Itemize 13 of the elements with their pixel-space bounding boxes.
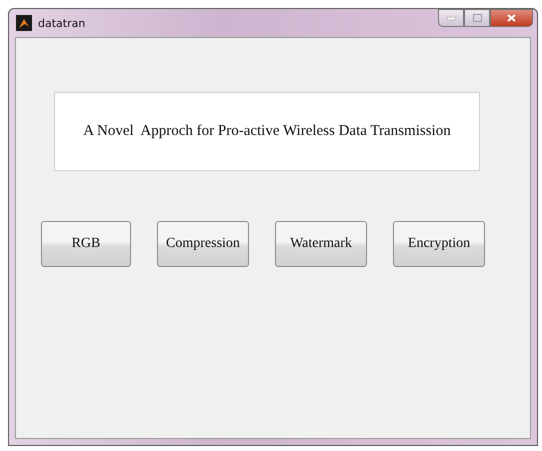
action-button[interactable]: RGB	[41, 221, 131, 267]
app-icon	[16, 15, 32, 31]
maximize-button[interactable]	[464, 9, 490, 27]
maximize-icon	[472, 14, 482, 22]
action-button[interactable]: Encryption	[393, 221, 485, 267]
minimize-button[interactable]	[438, 9, 464, 27]
close-icon	[507, 14, 516, 22]
close-button[interactable]	[490, 9, 533, 27]
window-title: datatran	[38, 16, 86, 30]
action-button[interactable]: Watermark	[275, 221, 367, 267]
action-button[interactable]: Compression	[157, 221, 249, 267]
heading-text: A Novel Approch for Pro-active Wireless Data Transmission	[83, 123, 451, 140]
minimize-icon	[446, 16, 456, 20]
